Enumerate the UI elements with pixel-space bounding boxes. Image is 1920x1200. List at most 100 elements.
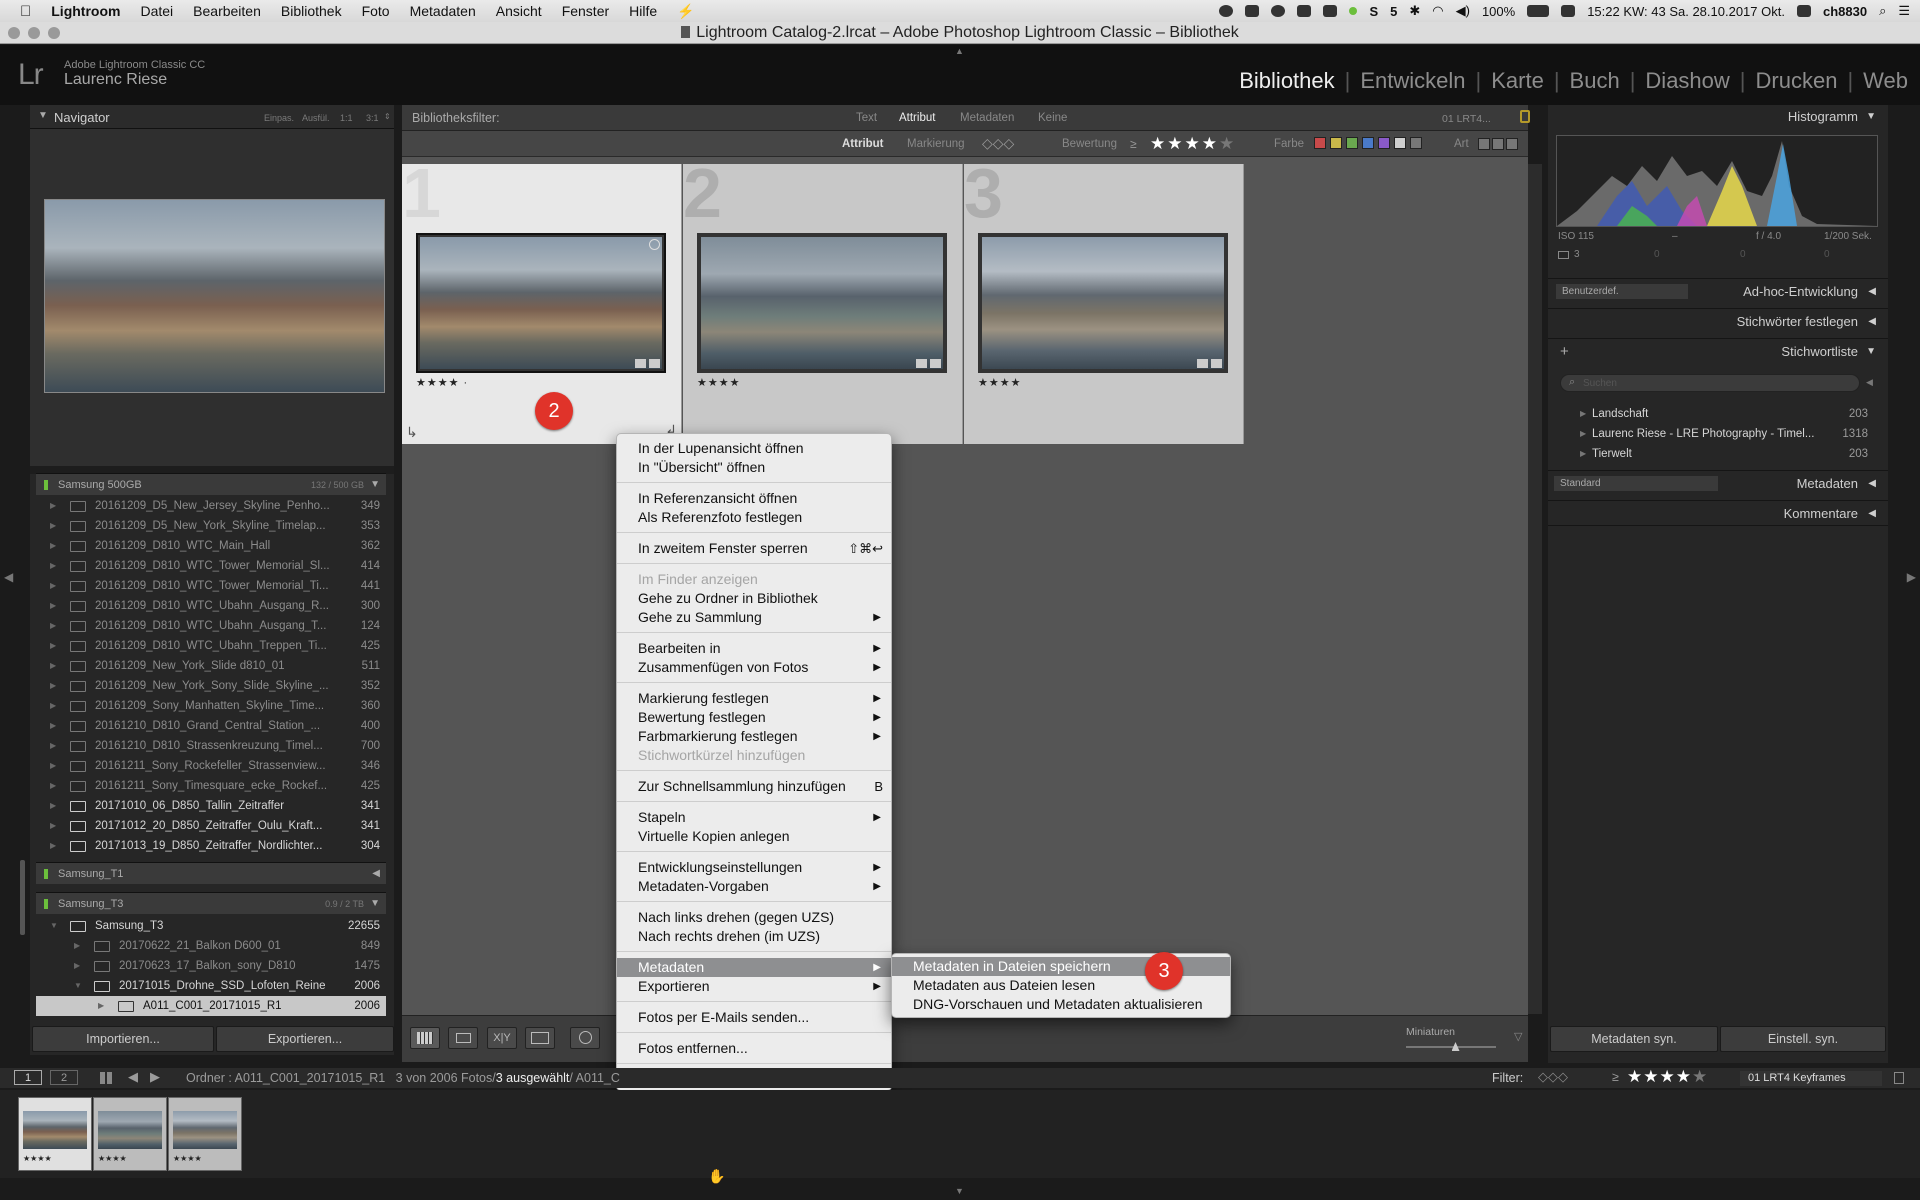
context-menu-item[interactable]: Metadaten-Vorgaben ▶ [617,877,891,896]
expand-arrow-icon[interactable]: ▶ [50,496,56,516]
volume-icon[interactable]: ◀) [1456,3,1470,19]
context-menu-item[interactable]: Metadaten ▶ [617,958,891,977]
export-button[interactable]: Exportieren... [216,1026,394,1052]
context-menu-item[interactable]: Markierung festlegen ▶ [617,689,891,708]
expand-arrow-icon[interactable]: ▶ [1580,424,1586,444]
module-web[interactable]: Web [1853,68,1908,94]
bolt-icon[interactable]: ⚡ [667,3,704,20]
folder-row[interactable]: ▼ Samsung_T3 22655 [36,916,386,936]
expand-arrow-icon[interactable]: ▶ [50,836,56,856]
folder-row[interactable]: ▶ 20161210_D810_Grand_Central_Station_...… [36,716,386,736]
compare-view-button[interactable]: X|Y [487,1027,517,1049]
top-collapse-arrow[interactable]: ▲ [955,46,964,56]
rotate-left-icon[interactable]: ↳ [406,424,418,441]
filmstrip-thumb[interactable]: ★★★★ [18,1097,92,1171]
expand-arrow-icon[interactable]: ▶ [50,676,56,696]
expand-arrow-icon[interactable]: ▼ [74,976,82,996]
context-menu-item[interactable]: Stapeln ▶ [617,808,891,827]
select-circle-icon[interactable] [649,239,660,250]
battery-icon[interactable] [1527,5,1550,17]
submenu-item[interactable]: DNG-Vorschauen und Metadaten aktualisier… [892,995,1230,1014]
loupe-view-button[interactable] [448,1027,478,1049]
context-menu-item[interactable]: In zweitem Fenster sperren ⇧⌘↩ [617,539,891,558]
quick-develop-header[interactable]: Benutzerdef. Ad-hoc-Entwicklung ◀ [1548,278,1888,304]
kind-virtual-icon[interactable] [1492,138,1504,150]
metadata-badge-icon[interactable] [635,359,646,368]
keyword-set-collapse-icon[interactable]: ◀ [1868,309,1876,335]
volume-collapse-icon[interactable]: ▼ [370,893,380,915]
folder-row[interactable]: ▶ 20161209_D810_WTC_Ubahn_Ausgang_R... 300 [36,596,386,616]
menu-bibliothek[interactable]: Bibliothek [271,3,352,19]
module-karte[interactable]: Karte [1481,68,1554,94]
context-menu-item[interactable]: Gehe zu Ordner in Bibliothek [617,589,891,608]
module-diashow[interactable]: Diashow [1635,68,1739,94]
metadata-badge-icon[interactable] [1197,359,1208,368]
volume-header[interactable]: Samsung_T1 ◀ [36,862,386,884]
folder-scrollbar[interactable] [20,860,25,935]
import-button[interactable]: Importieren... [32,1026,214,1052]
menubar-user[interactable]: ch8830 [1823,4,1867,19]
develop-badge-icon[interactable] [930,359,941,368]
spotlight-icon[interactable]: ⌕ [1879,3,1886,19]
histogram[interactable] [1556,135,1878,227]
expand-arrow-icon[interactable]: ▶ [50,796,56,816]
metadata-preset-select[interactable]: Standard [1554,476,1718,491]
grid-shortcut-icon[interactable] [100,1072,113,1084]
context-menu-item[interactable]: Gehe zu Sammlung ▶ [617,608,891,627]
context-menu-item[interactable]: Als Referenzfoto festlegen [617,508,891,527]
rating-filter-stars[interactable]: ★★★★★ [1150,134,1236,154]
zoom-1-1[interactable]: 1:1 [340,113,353,123]
folder-row[interactable]: ▶ 20170622_21_Balkon D600_01 849 [36,936,386,956]
module-buch[interactable]: Buch [1560,68,1630,94]
folder-row[interactable]: ▶ 20161209_D810_WTC_Tower_Memorial_Sl... 4… [36,556,386,576]
folder-row[interactable]: ▶ 20161209_Sony_Manhatten_Skyline_Time...… [36,696,386,716]
color-swatch[interactable] [1410,137,1422,149]
volume-header[interactable]: Samsung_T3 0.9 / 2 TB ▼ [36,892,386,914]
filter-tab-attribut[interactable]: Attribut [899,112,935,124]
context-menu-item[interactable]: Entwicklungseinstellungen ▶ [617,858,891,877]
thumb-size-slider[interactable] [1406,1046,1496,1048]
menu-fenster[interactable]: Fenster [552,3,619,19]
color-swatch[interactable] [1346,137,1358,149]
left-panel-toggle[interactable]: ◀ [4,570,13,584]
expand-arrow-icon[interactable]: ▶ [50,576,56,596]
folder-row[interactable]: ▶ 20171010_06_D850_Tallin_Zeitraffer 341 [36,796,386,816]
flag-filter-icons[interactable]: ◇◇◇ [982,135,1014,152]
metadata-badge-icon[interactable] [916,359,927,368]
menu-foto[interactable]: Foto [352,3,400,19]
expand-arrow-icon[interactable]: ▶ [50,616,56,636]
folder-row[interactable]: ▶ 20161210_D810_Strassenkreuzung_Timel...… [36,736,386,756]
develop-badge-icon[interactable] [1211,359,1222,368]
color-swatch[interactable] [1378,137,1390,149]
cell-rating[interactable]: ★★★★ [978,376,1021,389]
clock-text[interactable]: 15:22 KW: 43 Sa. 28.10.2017 Okt. [1587,4,1785,19]
monitor-icon[interactable] [1323,5,1338,17]
navigator-collapse-icon[interactable]: ▼ [38,110,48,121]
color-swatch[interactable] [1314,137,1326,149]
secondary-window-button[interactable]: 2 [50,1070,78,1085]
filter-tab-metadaten[interactable]: Metadaten [960,112,1014,124]
expand-arrow-icon[interactable]: ▶ [50,656,56,676]
expand-arrow-icon[interactable]: ▶ [50,636,56,656]
bluetooth-icon[interactable]: ✱ [1409,3,1420,19]
drive-icon[interactable] [1297,5,1312,17]
cell-rating[interactable]: ★★★★ · [416,376,468,389]
navigator-preview-image[interactable] [44,199,385,393]
rating-operator[interactable]: ≥ [1130,137,1137,151]
context-menu-item[interactable]: In Referenzansicht öffnen [617,489,891,508]
sync-metadata-button[interactable]: Metadaten syn. [1550,1026,1718,1052]
context-menu-item[interactable]: In der Lupenansicht öffnen [617,439,891,458]
folder-row[interactable]: ▶ A011_C001_20171015_R1 2006 [36,996,386,1016]
folder-row[interactable]: ▶ 20161209_D810_WTC_Main_Hall 362 [36,536,386,556]
expand-arrow-icon[interactable]: ▶ [50,716,56,736]
filmstrip-thumb[interactable]: ★★★★ [93,1097,167,1171]
context-menu-item[interactable]: Nach links drehen (gegen UZS) [617,908,891,927]
filter-preset[interactable]: 01 LRT4... [1442,113,1491,125]
cell-rating[interactable]: ★★★★ [697,376,740,389]
folder-row[interactable]: ▶ 20171012_20_D850_Zeitraffer_Oulu_Kraft.… [36,816,386,836]
grid-scrollbar[interactable] [1528,164,1542,1014]
menu-list-icon[interactable]: ☰ [1898,3,1910,19]
context-menu-item[interactable]: Zur Schnellsammlung hinzufügen B [617,777,891,796]
filter-tab-keine[interactable]: Keine [1038,112,1067,124]
menu-ansicht[interactable]: Ansicht [486,3,552,19]
